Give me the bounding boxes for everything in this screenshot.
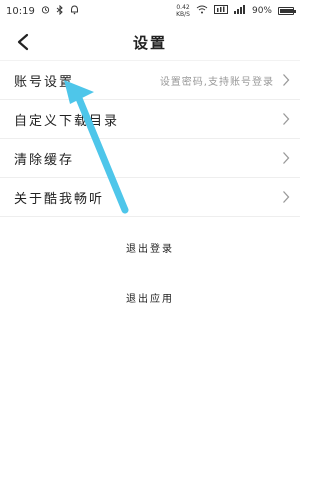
setting-label: 账号设置 <box>14 74 75 90</box>
status-time: 10:19 <box>6 5 35 17</box>
setting-value: 设置密码,支持账号登录 <box>159 76 274 88</box>
back-button[interactable] <box>10 28 36 56</box>
chevron-right-icon <box>282 73 292 87</box>
bluetooth-icon <box>56 4 64 18</box>
setting-label: 清除缓存 <box>14 152 75 168</box>
status-bar-right: 0.42 KB/S 90% <box>176 4 300 18</box>
notification-icon <box>70 4 79 18</box>
signal-hd-icon <box>213 5 228 17</box>
setting-item-account[interactable]: 账号设置 设置密码,支持账号登录 <box>0 60 300 100</box>
chevron-right-icon <box>282 190 292 204</box>
exit-app-button[interactable]: 退出应用 <box>0 290 300 305</box>
status-bar: 10:19 0.42 KB/S 90% <box>0 0 300 22</box>
network-speed-value: 0.42 <box>176 4 190 11</box>
page-title: 设置 <box>132 33 167 52</box>
setting-item-download-directory[interactable]: 自定义下载目录 <box>0 100 300 139</box>
setting-item-clear-cache[interactable]: 清除缓存 <box>0 139 300 178</box>
alarm-icon <box>41 5 50 17</box>
setting-item-about[interactable]: 关于酷我畅听 <box>0 178 300 217</box>
battery-icon <box>278 7 296 15</box>
cell-signal-icon <box>233 5 246 17</box>
battery-percentage: 90% <box>251 5 272 16</box>
header: 设置 <box>0 24 300 60</box>
setting-label: 自定义下载目录 <box>14 113 120 129</box>
network-speed: 0.42 KB/S <box>176 4 190 18</box>
status-bar-left: 10:19 <box>0 4 79 18</box>
chevron-right-icon <box>282 151 292 165</box>
network-speed-unit: KB/S <box>176 11 190 18</box>
chevron-left-icon <box>17 33 29 51</box>
settings-list: 账号设置 设置密码,支持账号登录 自定义下载目录 清除缓存 关于酷我畅听 <box>0 60 300 217</box>
wifi-icon <box>196 5 208 17</box>
logout-button[interactable]: 退出登录 <box>0 240 300 255</box>
setting-label: 关于酷我畅听 <box>14 191 105 207</box>
chevron-right-icon <box>282 112 292 126</box>
